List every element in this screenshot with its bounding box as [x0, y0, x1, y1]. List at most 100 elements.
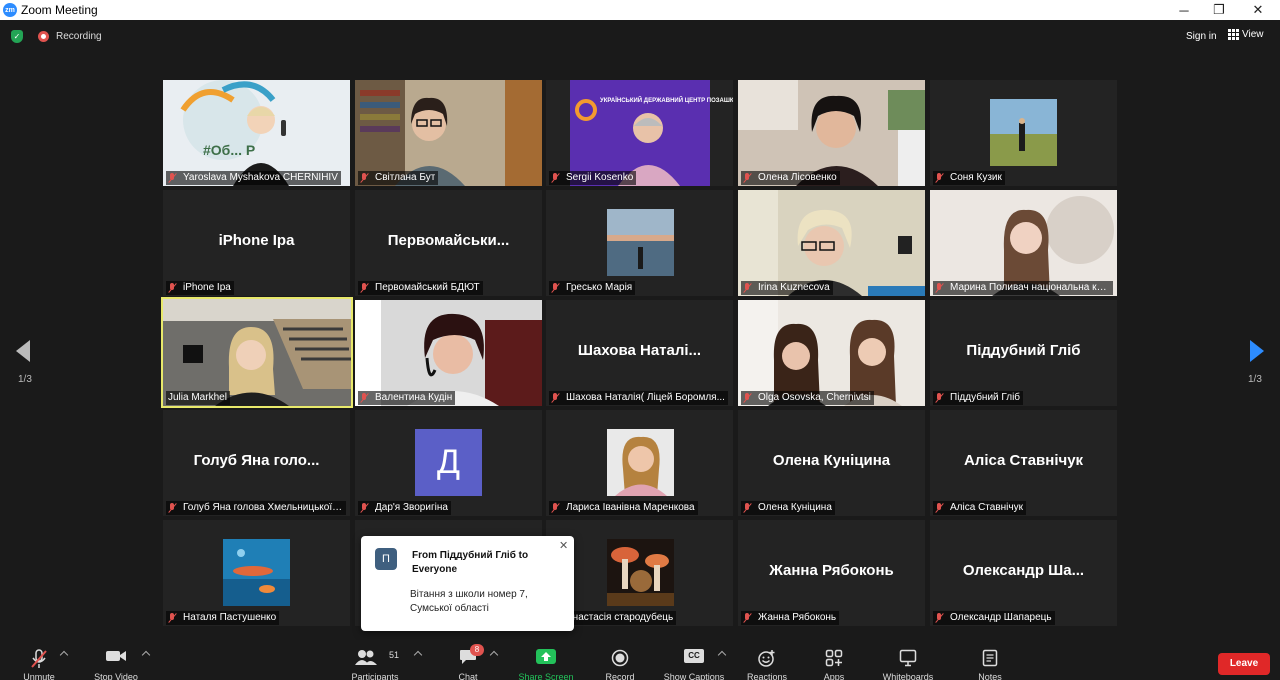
chat-label: Chat: [458, 672, 478, 680]
participant-display-name: Піддубний Гліб: [966, 342, 1081, 359]
stop-video-button[interactable]: Stop Video: [86, 640, 146, 680]
share-screen-button[interactable]: Share Screen: [510, 640, 582, 680]
avatar: Д: [415, 429, 482, 496]
video-tile[interactable]: Olga Osovska, Chernivtsi: [738, 300, 925, 406]
participant-name: Олександр Шапарець: [933, 611, 1055, 625]
video-tile[interactable]: #Об... Р Yaroslava Myshakova CHERNIHIV: [163, 80, 350, 186]
video-tile[interactable]: Гресько Марія: [546, 190, 733, 296]
video-tile[interactable]: Олена Лісовенко: [738, 80, 925, 186]
page-indicator-left: 1/3: [18, 374, 32, 385]
participant-name: Олена Куніцина: [741, 501, 835, 515]
video-tile[interactable]: Олена Куніцина Олена Куніцина: [738, 410, 925, 516]
participant-name: Первомайський БДЮТ: [358, 281, 483, 295]
reactions-button[interactable]: Reactions: [740, 640, 794, 680]
muted-mic-icon: [743, 503, 752, 513]
video-tile[interactable]: УКРАЇНСЬКИЙ ДЕРЖАВНИЙ ЦЕНТР ПОЗАШКІЛЬНОЇ…: [546, 80, 733, 186]
video-tile[interactable]: Наталя Пастушенко: [163, 520, 350, 626]
share-screen-icon: [536, 649, 556, 664]
participant-name: Соня Кузик: [933, 171, 1005, 185]
video-tile[interactable]: Соня Кузик: [930, 80, 1117, 186]
grid-icon: [1228, 29, 1239, 40]
participants-options-chevron-icon[interactable]: [413, 650, 423, 660]
apps-button[interactable]: Apps: [812, 640, 856, 680]
muted-mic-icon: [935, 393, 944, 403]
muted-mic-icon: [551, 173, 560, 183]
share-screen-label: Share Screen: [518, 672, 574, 680]
participant-name: Sergii Kosenko: [549, 171, 637, 185]
muted-mic-icon: [168, 613, 177, 623]
video-tile[interactable]: Голуб Яна голо... Голуб Яна голова Хмель…: [163, 410, 350, 516]
participants-button[interactable]: 51 Participants: [344, 640, 406, 680]
muted-mic-icon: [551, 503, 560, 513]
sender-avatar: П: [375, 548, 397, 570]
video-tile[interactable]: Д Дар'я Зворигіна: [355, 410, 542, 516]
video-tile[interactable]: Лариса Іванівна Маренкова: [546, 410, 733, 516]
recording-icon[interactable]: [38, 31, 49, 42]
page-indicator-right: 1/3: [1248, 374, 1262, 385]
muted-mic-icon: [551, 283, 560, 293]
sign-in-button[interactable]: Sign in: [1180, 29, 1223, 44]
video-tile[interactable]: Піддубний Гліб Піддубний Гліб: [930, 300, 1117, 406]
view-label: View: [1242, 29, 1264, 40]
chat-options-chevron-icon[interactable]: [489, 650, 499, 660]
security-shield-icon[interactable]: ✓: [11, 30, 23, 43]
record-label: Record: [605, 672, 635, 680]
show-captions-button[interactable]: CC Show Captions: [658, 640, 730, 680]
participant-name: Світлана Бут: [358, 171, 439, 185]
muted-mic-icon: [551, 393, 560, 403]
zoom-logo-icon: zm: [3, 3, 17, 17]
participant-name: Піддубний Гліб: [933, 391, 1024, 405]
minimize-button[interactable]: ─: [1166, 0, 1202, 20]
participant-name: iPhone Ipa: [166, 281, 234, 295]
record-icon: [611, 649, 629, 667]
closed-captions-icon: CC: [684, 649, 704, 663]
video-tile-active-speaker[interactable]: Julia Markhel: [161, 297, 353, 408]
reactions-label: Reactions: [746, 672, 788, 680]
participant-name: Irina Kuznecova: [741, 281, 833, 295]
meeting-top-bar: ✓ Recording Sign in View: [0, 20, 1280, 52]
muted-mic-icon: [935, 283, 944, 293]
view-button[interactable]: View: [1228, 29, 1264, 40]
participant-name: Марина Поливач національна ко...: [933, 281, 1113, 295]
chat-notification[interactable]: П From Піддубний Гліб to Everyone Вітанн…: [361, 536, 574, 631]
video-tile[interactable]: Світлана Бут: [355, 80, 542, 186]
sergii-banner: УКРАЇНСЬКИЙ ДЕРЖАВНИЙ ЦЕНТР ПОЗАШКІЛЬНОЇ…: [600, 96, 733, 104]
muted-mic-icon: [935, 613, 944, 623]
participant-display-name: iPhone Ipa: [218, 232, 295, 249]
participant-name: Лариса Іванівна Маренкова: [549, 501, 698, 515]
video-tile[interactable]: Аліса Ставнічук Аліса Ставнічук: [930, 410, 1117, 516]
video-tile[interactable]: Жанна Рябоконь Жанна Рябоконь: [738, 520, 925, 626]
participant-name: Дар'я Зворигіна: [358, 501, 451, 515]
notes-button[interactable]: Notes: [968, 640, 1012, 680]
video-tile[interactable]: Олександр Ша... Олександр Шапарець: [930, 520, 1117, 626]
video-tile[interactable]: Марина Поливач національна ко...: [930, 190, 1117, 296]
maximize-button[interactable]: ❐: [1201, 0, 1237, 20]
previous-page-arrow-icon[interactable]: [16, 340, 30, 362]
muted-mic-icon: [935, 503, 944, 513]
stop-video-label: Stop Video: [94, 672, 138, 680]
video-tile[interactable]: iPhone Ipa iPhone Ipa: [163, 190, 350, 296]
unmute-button[interactable]: Unmute: [14, 640, 64, 680]
participant-display-name: Олександр Ша...: [962, 562, 1085, 579]
next-page-arrow-icon[interactable]: [1250, 340, 1264, 362]
video-tile[interactable]: Шахова Наталі... Шахова Наталія( Ліцей Б…: [546, 300, 733, 406]
profile-picture: [607, 539, 674, 606]
yaroslava-banner: #Об... Р: [203, 142, 255, 158]
show-captions-label: Show Captions: [663, 672, 725, 680]
participant-display-name: Аліса Ставнічук: [963, 452, 1084, 469]
video-tile[interactable]: Валентина Кудін: [355, 300, 542, 406]
recording-label: Recording: [56, 31, 102, 42]
close-notification-button[interactable]: ✕: [559, 539, 568, 552]
video-tile[interactable]: Анастасія стародубець: [546, 520, 733, 626]
close-window-button[interactable]: ✕: [1240, 0, 1276, 20]
chat-button[interactable]: 8 Chat: [448, 640, 488, 680]
leave-button[interactable]: Leave: [1218, 653, 1270, 675]
video-tile[interactable]: Первомайськи... Первомайський БДЮТ: [355, 190, 542, 296]
whiteboards-button[interactable]: Whiteboards: [872, 640, 944, 680]
record-button[interactable]: Record: [598, 640, 642, 680]
participant-display-name: Шахова Наталі...: [577, 342, 702, 359]
participant-name: Olga Osovska, Chernivtsi: [741, 391, 874, 405]
muted-mic-icon: [743, 613, 752, 623]
video-tile[interactable]: Irina Kuznecova: [738, 190, 925, 296]
participant-name: Голуб Яна голова Хмельницької ...: [166, 501, 346, 515]
